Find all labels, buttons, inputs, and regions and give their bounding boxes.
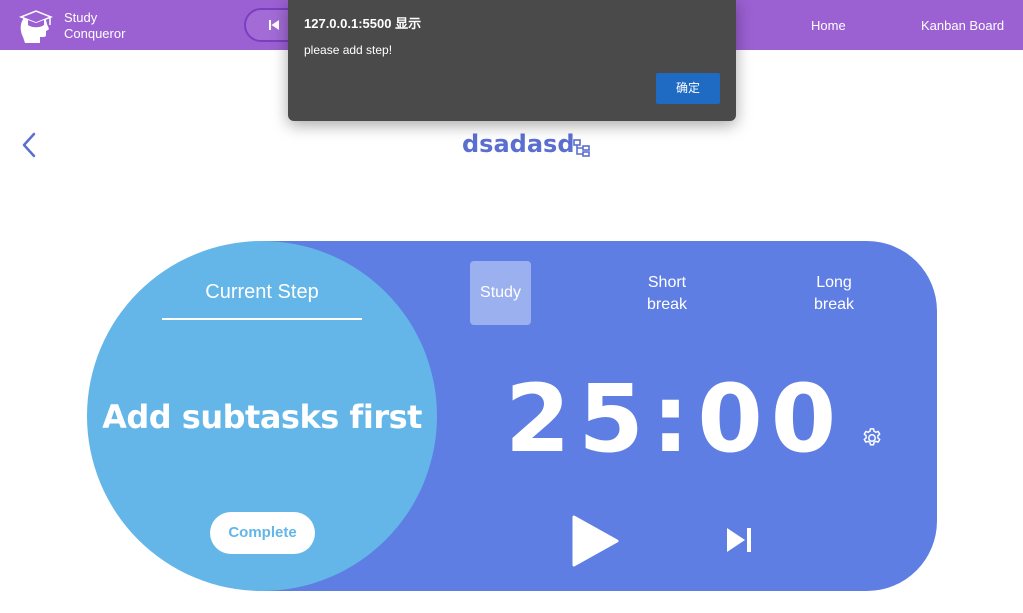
skip-forward-icon[interactable]	[724, 525, 754, 555]
play-icon[interactable]	[570, 514, 620, 568]
divider	[162, 318, 362, 320]
nav-home-link[interactable]: Home	[811, 18, 846, 33]
tab-long-break-line-1: Long	[816, 274, 852, 291]
hierarchy-icon[interactable]	[572, 138, 592, 158]
tab-short-break-line-1: Short	[647, 274, 687, 291]
alert-message: please add step!	[304, 43, 393, 57]
tab-long-break[interactable]: Long break	[794, 272, 874, 316]
tab-study[interactable]: Study	[470, 261, 531, 325]
skip-back-icon[interactable]	[268, 19, 280, 31]
brand-line-1: Study	[64, 10, 98, 25]
alert-dialog: 127.0.0.1:5500 显示 please add step! 确定	[288, 0, 736, 121]
tab-long-break-line-2: break	[813, 296, 855, 313]
brand-line-2: Conqueror	[64, 26, 126, 41]
tab-short-break[interactable]: Short break	[627, 272, 707, 316]
nav-kanban-link[interactable]: Kanban Board	[921, 18, 1004, 33]
task-title: dsadasd	[462, 130, 575, 158]
tab-short-break-line-2: break	[646, 296, 688, 313]
gear-icon[interactable]	[861, 427, 883, 449]
current-step-heading: Current Step	[205, 281, 319, 303]
alert-ok-button[interactable]: 确定	[656, 73, 720, 104]
alert-title: 127.0.0.1:5500 显示	[304, 16, 422, 31]
graduation-head-logo-icon[interactable]	[15, 7, 53, 45]
step-message: Add subtasks first	[102, 398, 422, 436]
complete-button[interactable]: Complete	[210, 512, 315, 554]
brand-name[interactable]: Study Conqueror	[64, 10, 125, 42]
timer-display: 25:00	[505, 365, 845, 474]
chevron-left-icon[interactable]	[18, 130, 42, 160]
